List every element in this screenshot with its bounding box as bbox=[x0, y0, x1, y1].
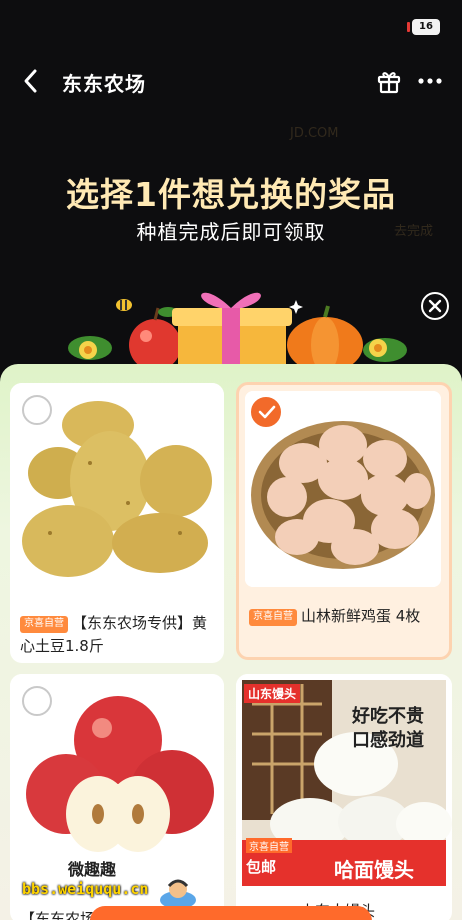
select-checkbox[interactable] bbox=[22, 686, 52, 716]
exchange-subtitle: 种植完成后即可领取 bbox=[136, 220, 326, 244]
battery-icon: 16 bbox=[407, 19, 440, 35]
store-badge: 京喜自营 bbox=[249, 609, 297, 626]
image-ship-label: 包邮 bbox=[246, 858, 277, 876]
page-title: 东东农场 bbox=[62, 72, 146, 96]
back-arrow-icon[interactable] bbox=[18, 66, 44, 96]
harvest-decoration-icon bbox=[68, 292, 407, 373]
product-name: 山林新鲜鸡蛋 4枚 bbox=[301, 607, 421, 625]
store-badge: 京喜自营 bbox=[246, 838, 292, 853]
gift-icon[interactable] bbox=[376, 68, 402, 94]
nav-bar: 东东农场 bbox=[0, 56, 462, 106]
prize-selection-panel: 京喜自营 【东东农场专供】黄心土豆1.8斤 京喜自营 山林新鲜鸡蛋 4枚 【东东… bbox=[0, 364, 462, 920]
more-options-icon[interactable] bbox=[416, 68, 444, 94]
image-slogan: 好吃不贵 bbox=[352, 706, 424, 727]
prize-card-potato[interactable]: 京喜自营 【东东农场专供】黄心土豆1.8斤 bbox=[10, 383, 224, 663]
select-checkbox[interactable] bbox=[22, 395, 52, 425]
watermark-title: 微趣趣 bbox=[68, 860, 117, 879]
prize-card-eggs[interactable]: 京喜自营 山林新鲜鸡蛋 4枚 bbox=[236, 382, 452, 660]
prize-card-steamed-bun[interactable]: 山东馒头 好吃不贵 口感劲道 京喜自营 包邮 哈面馒头 山东大馒头 bbox=[236, 674, 452, 920]
watermark-url: bbs.weiququ.cn bbox=[22, 880, 149, 898]
close-icon[interactable] bbox=[420, 291, 450, 321]
image-tag: 山东馒头 bbox=[244, 684, 301, 703]
status-bar: 16 bbox=[0, 0, 462, 46]
product-title: 京喜自营 【东东农场专供】黄心土豆1.8斤 bbox=[20, 612, 216, 658]
mascot-icon bbox=[160, 879, 196, 909]
watermark: 微趣趣 bbs.weiququ.cn bbox=[22, 856, 222, 912]
confirm-button[interactable] bbox=[90, 906, 372, 920]
exchange-headline: 选择1件想兑换的奖品 bbox=[66, 175, 396, 214]
store-badge: 京喜自营 bbox=[20, 616, 68, 633]
checkmark-icon bbox=[258, 405, 276, 419]
image-banner: 哈面馒头 bbox=[334, 858, 414, 882]
image-slogan: 口感劲道 bbox=[352, 730, 424, 751]
select-checkbox-checked[interactable] bbox=[251, 397, 281, 427]
background-hint: JD.COM bbox=[290, 126, 339, 141]
product-title: 京喜自营 山林新鲜鸡蛋 4枚 bbox=[249, 605, 441, 628]
